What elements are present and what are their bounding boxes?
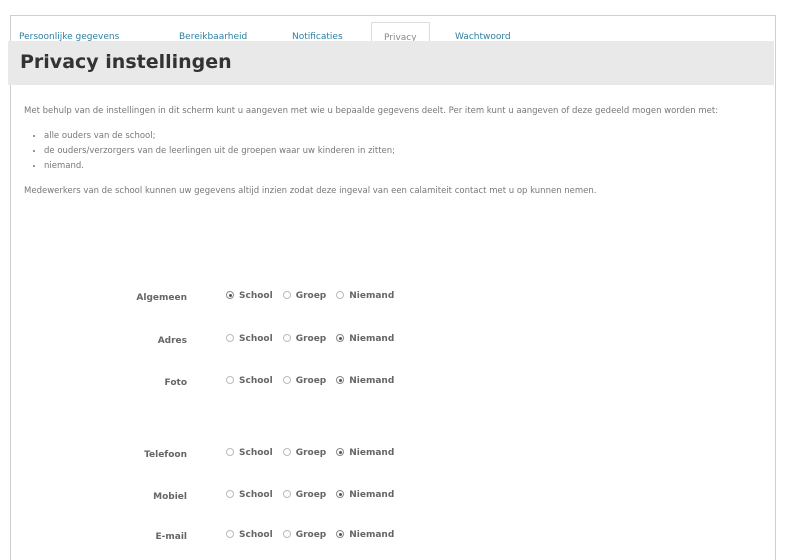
radio-option-niemand[interactable]: Niemand — [336, 291, 394, 302]
setting-label: Mobiel — [153, 492, 187, 502]
radio-option-groep[interactable]: Groep — [282, 448, 327, 459]
radio-group: School Groep Niemand — [226, 448, 404, 459]
radio-label: School — [239, 334, 273, 344]
radio-label: Niemand — [349, 376, 395, 386]
staff-note: Medewerkers van de school kunnen uw gege… — [24, 186, 597, 196]
radio-option-school[interactable]: School — [226, 334, 273, 345]
list-item: alle ouders van de school; — [44, 129, 764, 144]
radio-option-school[interactable]: School — [226, 448, 273, 459]
list-item: niemand. — [44, 159, 764, 174]
radio-button[interactable] — [282, 334, 291, 342]
share-options-list: alle ouders van de school; de ouders/ver… — [24, 129, 764, 174]
radio-group: School Groep Niemand — [226, 334, 404, 345]
radio-label: Groep — [295, 291, 327, 301]
radio-option-groep[interactable]: Groep — [282, 530, 327, 541]
radio-option-niemand[interactable]: Niemand — [336, 490, 394, 501]
radio-button[interactable] — [226, 448, 234, 456]
radio-label: Groep — [295, 490, 327, 500]
radio-label: School — [239, 376, 273, 386]
setting-row-telefoon: Telefoon School Groep Niemand — [0, 448, 787, 466]
setting-row-algemeen: Algemeen School Groep Niemand — [0, 291, 787, 309]
intro-section: Met behulp van de instellingen in dit sc… — [24, 104, 764, 209]
setting-label: Foto — [164, 378, 187, 388]
setting-row-mobiel: Mobiel School Groep Niemand — [0, 490, 787, 508]
radio-option-groep[interactable]: Groep — [282, 376, 327, 387]
radio-button[interactable] — [336, 448, 345, 456]
setting-label: E-mail — [155, 532, 187, 542]
settings-panel: Persoonlijke gegevens Bereikbaarheid Not… — [10, 15, 776, 560]
radio-label: Niemand — [349, 291, 395, 301]
radio-button[interactable] — [226, 530, 234, 538]
setting-label: Adres — [157, 336, 187, 346]
radio-option-niemand[interactable]: Niemand — [336, 448, 394, 459]
radio-button[interactable] — [336, 334, 345, 342]
radio-button[interactable] — [282, 448, 291, 456]
radio-button[interactable] — [282, 376, 291, 384]
radio-label: Groep — [295, 376, 327, 386]
radio-button[interactable] — [336, 530, 345, 538]
radio-label: School — [239, 490, 273, 500]
setting-row-adres: Adres School Groep Niemand — [0, 334, 787, 352]
radio-option-groep[interactable]: Groep — [282, 334, 327, 345]
setting-label: Telefoon — [144, 450, 187, 460]
radio-group: School Groep Niemand — [226, 291, 404, 302]
radio-option-school[interactable]: School — [226, 530, 273, 541]
radio-option-niemand[interactable]: Niemand — [336, 376, 394, 387]
title-bar: Privacy instellingen — [8, 41, 774, 85]
page-title: Privacy instellingen — [20, 51, 232, 73]
radio-group: School Groep Niemand — [226, 530, 404, 541]
setting-label: Algemeen — [136, 293, 187, 303]
radio-label: Niemand — [349, 530, 395, 540]
radio-label: Niemand — [349, 334, 395, 344]
radio-option-niemand[interactable]: Niemand — [336, 530, 394, 541]
setting-row-email: E-mail School Groep Niemand — [0, 530, 787, 548]
radio-button[interactable] — [226, 334, 234, 342]
radio-label: Groep — [295, 448, 327, 458]
radio-group: School Groep Niemand — [226, 490, 404, 501]
radio-option-school[interactable]: School — [226, 291, 273, 302]
radio-option-groep[interactable]: Groep — [282, 490, 327, 501]
radio-button[interactable] — [226, 376, 234, 384]
radio-group: School Groep Niemand — [226, 376, 404, 387]
radio-label: School — [239, 530, 273, 540]
radio-option-niemand[interactable]: Niemand — [336, 334, 394, 345]
radio-button[interactable] — [282, 530, 291, 538]
radio-button[interactable] — [226, 490, 234, 498]
radio-option-school[interactable]: School — [226, 376, 273, 387]
intro-text: Met behulp van de instellingen in dit sc… — [24, 106, 719, 116]
radio-label: School — [239, 448, 273, 458]
radio-button[interactable] — [282, 490, 291, 498]
radio-label: Niemand — [349, 448, 395, 458]
radio-option-school[interactable]: School — [226, 490, 273, 501]
radio-button[interactable] — [282, 291, 291, 299]
setting-row-foto: Foto School Groep Niemand — [0, 376, 787, 394]
radio-button[interactable] — [336, 291, 345, 299]
radio-button[interactable] — [226, 291, 234, 299]
radio-label: School — [239, 291, 273, 301]
radio-button[interactable] — [336, 490, 345, 498]
radio-label: Groep — [295, 530, 327, 540]
radio-label: Groep — [295, 334, 327, 344]
list-item: de ouders/verzorgers van de leerlingen u… — [44, 144, 764, 159]
radio-option-groep[interactable]: Groep — [282, 291, 327, 302]
radio-label: Niemand — [349, 490, 395, 500]
radio-button[interactable] — [336, 376, 345, 384]
